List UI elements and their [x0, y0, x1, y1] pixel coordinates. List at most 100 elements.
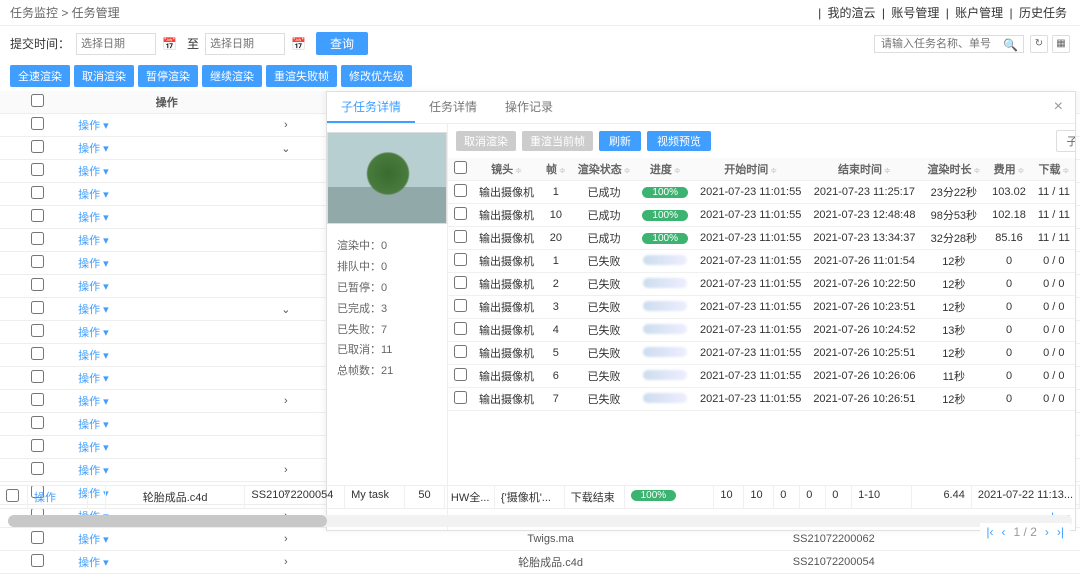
sub-row-check[interactable] — [454, 184, 467, 197]
refresh-icon[interactable]: ↻ — [1030, 35, 1048, 53]
expand-icon[interactable] — [259, 321, 312, 344]
close-icon[interactable]: × — [1042, 92, 1075, 123]
date-to[interactable] — [205, 33, 285, 55]
row-op[interactable]: 操作 ▾ — [74, 229, 259, 252]
expand-icon[interactable]: › — [259, 551, 312, 574]
header-link[interactable]: 账户管理 — [955, 6, 1003, 20]
row-check[interactable] — [31, 324, 44, 337]
row-op[interactable]: 操作 ▾ — [74, 298, 259, 321]
row-op[interactable]: 操作 ▾ — [74, 551, 259, 574]
sub-row-check[interactable] — [454, 230, 467, 243]
row-check[interactable] — [31, 439, 44, 452]
main-page-first[interactable]: |‹ — [986, 525, 993, 539]
header-link[interactable]: 我的渲云 — [828, 6, 876, 20]
row-check[interactable] — [31, 232, 44, 245]
sub-col[interactable]: 下载≑ — [1032, 158, 1075, 181]
expand-icon[interactable] — [259, 413, 312, 436]
row-op[interactable]: 操作 ▾ — [74, 413, 259, 436]
tab-subtask[interactable]: 子任务详情 — [327, 92, 415, 123]
action-button[interactable]: 全速渲染 — [10, 65, 70, 87]
expand-icon[interactable] — [259, 367, 312, 390]
expand-icon[interactable] — [259, 183, 312, 206]
row-check[interactable] — [6, 489, 19, 502]
row-op[interactable]: 操作 ▾ — [74, 321, 259, 344]
expand-icon[interactable] — [259, 252, 312, 275]
row-op[interactable]: 操作 ▾ — [74, 114, 259, 137]
sub-row-check[interactable] — [454, 345, 467, 358]
expand-icon[interactable] — [259, 229, 312, 252]
expand-icon[interactable]: ⌄ — [259, 298, 312, 321]
row-op[interactable]: 操作 — [28, 486, 88, 508]
sub-col[interactable]: 镜头≑ — [473, 158, 540, 181]
expand-icon[interactable] — [259, 160, 312, 183]
row-check[interactable] — [31, 209, 44, 222]
sub-row-check[interactable] — [454, 207, 467, 220]
sub-col[interactable]: 费用≑ — [986, 158, 1032, 181]
sub-row-check[interactable] — [454, 368, 467, 381]
action-button[interactable]: 继续渲染 — [202, 65, 262, 87]
row-op[interactable]: 操作 ▾ — [74, 528, 259, 551]
sub-row-check[interactable] — [454, 276, 467, 289]
row-op[interactable]: 操作 ▾ — [74, 252, 259, 275]
sub-col[interactable]: 进度≑ — [636, 158, 694, 181]
row-check[interactable] — [31, 531, 44, 544]
row-check[interactable] — [31, 186, 44, 199]
subtask-row[interactable]: 输出摄像机1 已成功 100% 2021-07-23 11:01:552021-… — [448, 181, 1075, 204]
row-op[interactable]: 操作 ▾ — [74, 344, 259, 367]
sub-col[interactable]: 开始时间≑ — [694, 158, 807, 181]
col-op[interactable]: 操作 — [74, 91, 259, 114]
row-op[interactable]: 操作 ▾ — [74, 183, 259, 206]
sub-col[interactable]: 渲染时长≑ — [921, 158, 986, 181]
main-page-last[interactable]: ›| — [1057, 525, 1064, 539]
header-link[interactable]: 历史任务 — [1019, 6, 1067, 20]
row-check[interactable] — [31, 255, 44, 268]
row-op[interactable]: 操作 ▾ — [74, 436, 259, 459]
date-from[interactable] — [76, 33, 156, 55]
main-page-next[interactable]: › — [1045, 525, 1049, 539]
row-op[interactable]: 操作 ▾ — [74, 160, 259, 183]
main-page-prev[interactable]: ‹ — [1002, 525, 1006, 539]
row-check[interactable] — [31, 462, 44, 475]
row-op[interactable]: 操作 ▾ — [74, 206, 259, 229]
sub-row-check[interactable] — [454, 322, 467, 335]
sub-row-check[interactable] — [454, 299, 467, 312]
expand-icon[interactable] — [259, 436, 312, 459]
tab-log[interactable]: 操作记录 — [491, 92, 567, 123]
subtask-row[interactable]: 输出摄像机4 已失败 2021-07-23 11:01:552021-07-26… — [448, 319, 1075, 342]
expand-icon[interactable]: › — [259, 390, 312, 413]
select-all[interactable] — [31, 94, 44, 107]
cancel-render-button[interactable]: 取消渲染 — [456, 131, 516, 151]
expand-icon[interactable]: › — [259, 528, 312, 551]
subtask-row[interactable]: 输出摄像机5 已失败 2021-07-23 11:01:552021-07-26… — [448, 342, 1075, 365]
rerender-button[interactable]: 重渲当前帧 — [522, 131, 593, 151]
row-check[interactable] — [31, 140, 44, 153]
header-link[interactable]: 账号管理 — [891, 6, 939, 20]
sub-col[interactable]: 结束时间≑ — [807, 158, 921, 181]
row-check[interactable] — [31, 163, 44, 176]
subtask-row[interactable]: 输出摄像机6 已失败 2021-07-23 11:01:552021-07-26… — [448, 365, 1075, 388]
action-button[interactable]: 修改优先级 — [341, 65, 412, 87]
expand-icon[interactable]: › — [259, 459, 312, 482]
subtask-row[interactable]: 输出摄像机2 已失败 2021-07-23 11:01:552021-07-26… — [448, 273, 1075, 296]
row-op[interactable]: 操作 ▾ — [74, 459, 259, 482]
row-check[interactable] — [31, 117, 44, 130]
row-check[interactable] — [31, 370, 44, 383]
expand-icon[interactable] — [259, 275, 312, 298]
subtask-row[interactable]: 输出摄像机20 已成功 100% 2021-07-23 11:01:552021… — [448, 227, 1075, 250]
row-check[interactable] — [31, 416, 44, 429]
grid-icon[interactable]: ▦ — [1052, 35, 1070, 53]
subtask-row[interactable]: 输出摄像机3 已失败 2021-07-23 11:01:552021-07-26… — [448, 296, 1075, 319]
row-check[interactable] — [31, 347, 44, 360]
search-input[interactable] — [874, 35, 1024, 53]
table-row[interactable]: 操作 ▾ › 轮胎成品.c4d SS21072200054 — [0, 551, 1080, 574]
expand-icon[interactable]: › — [259, 114, 312, 137]
h-scrollbar[interactable] — [8, 515, 1072, 527]
row-op[interactable]: 操作 ▾ — [74, 390, 259, 413]
status-filter-button[interactable]: 子任务状态 — [1056, 130, 1075, 152]
subtask-row[interactable]: 输出摄像机7 已失败 2021-07-23 11:01:552021-07-26… — [448, 388, 1075, 411]
subtask-row[interactable]: 输出摄像机10 已成功 100% 2021-07-23 11:01:552021… — [448, 204, 1075, 227]
row-op[interactable]: 操作 ▾ — [74, 275, 259, 298]
subtask-row[interactable]: 输出摄像机1 已失败 2021-07-23 11:01:552021-07-26… — [448, 250, 1075, 273]
expand-icon[interactable] — [259, 206, 312, 229]
preview-button[interactable]: 视频预览 — [647, 131, 711, 151]
